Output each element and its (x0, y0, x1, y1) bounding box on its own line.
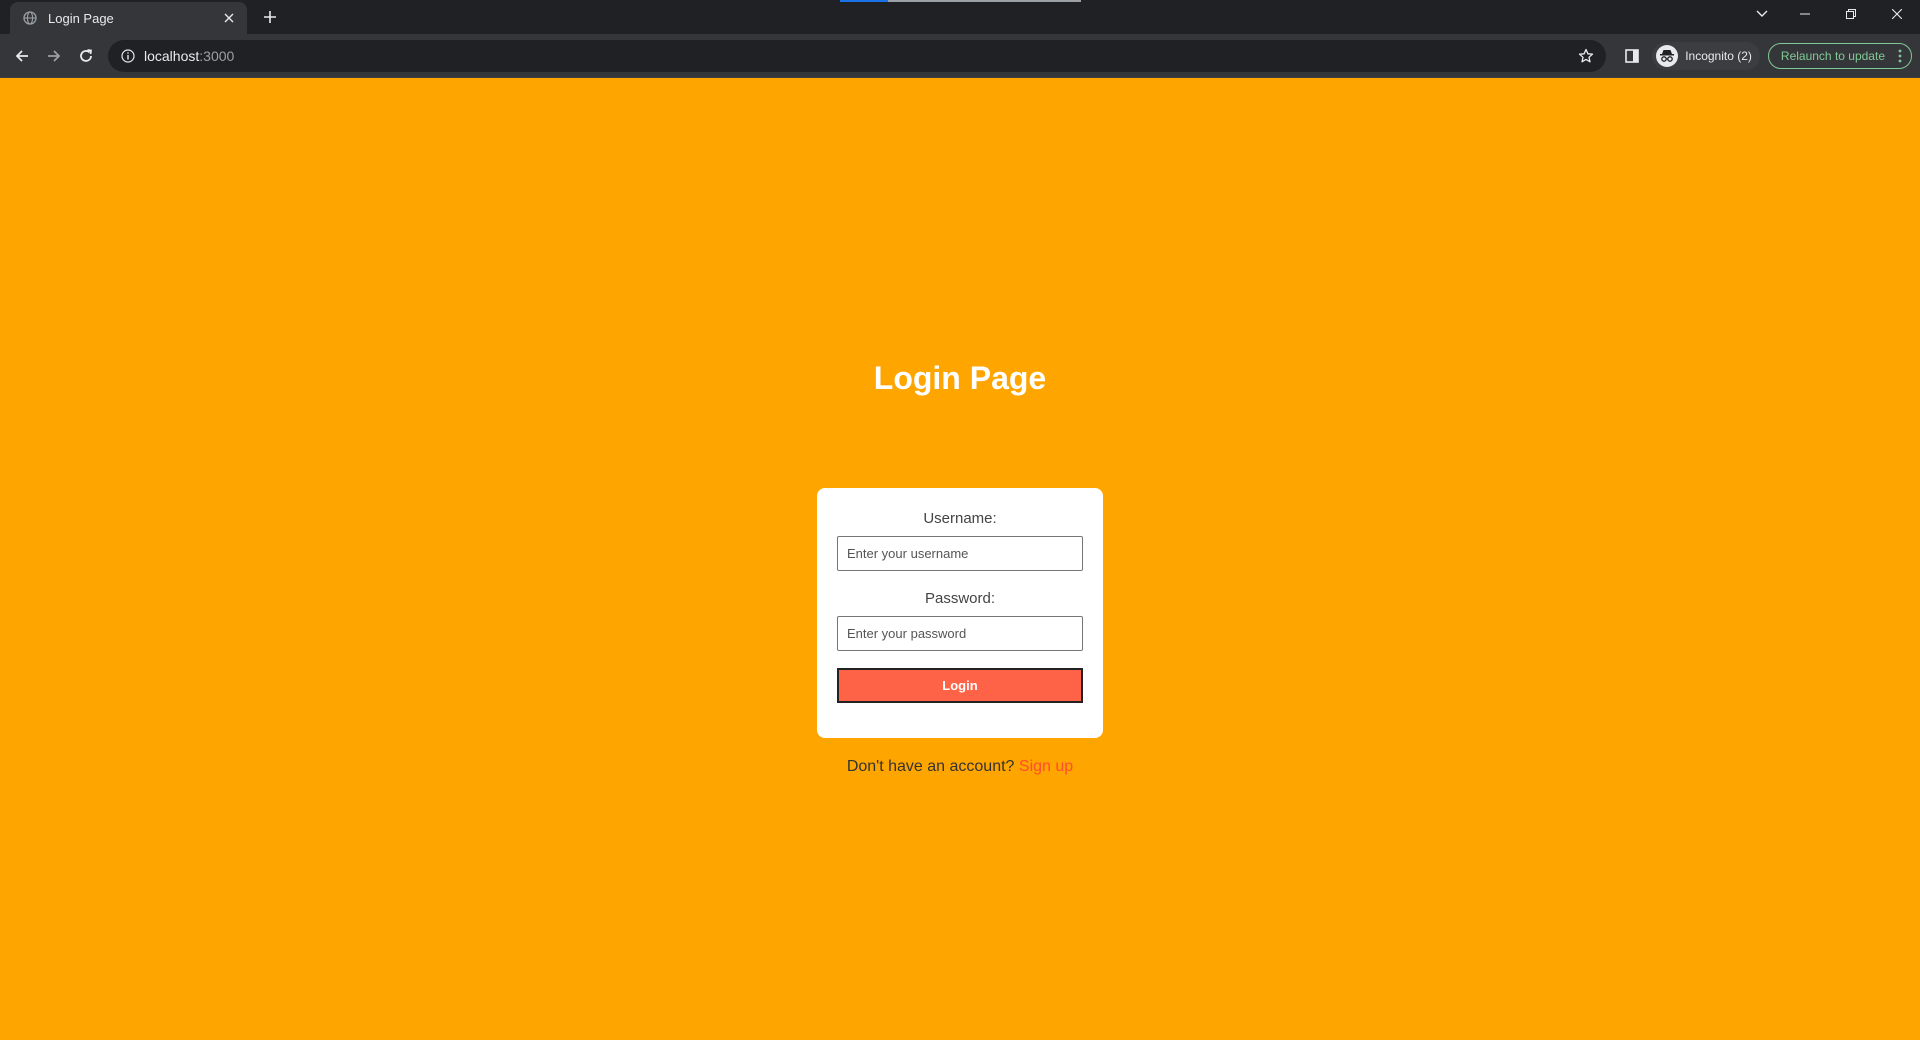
close-tab-icon[interactable] (220, 9, 238, 27)
browser-window: Login Page localhost:3000 Incognito (2) … (0, 0, 1920, 1040)
star-icon[interactable] (1574, 44, 1598, 68)
chevron-down-icon[interactable] (1748, 2, 1776, 26)
address-bar[interactable]: localhost:3000 (108, 39, 1607, 72)
incognito-label: Incognito (2) (1685, 48, 1752, 63)
close-window-icon[interactable] (1874, 0, 1920, 28)
browser-toolbar: localhost:3000 Incognito (2) Relaunch to… (0, 34, 1920, 77)
tab-login-page[interactable]: Login Page (10, 2, 247, 34)
relaunch-label: Relaunch to update (1780, 48, 1885, 63)
password-input[interactable] (837, 616, 1083, 651)
loading-indicator (840, 0, 1081, 2)
login-form: Username: Password: Login (817, 488, 1103, 738)
relaunch-to-update-button[interactable]: Relaunch to update (1767, 42, 1912, 69)
url-host: localhost (144, 47, 200, 64)
username-label: Username: (923, 510, 997, 527)
tab-strip: Login Page (0, 0, 1920, 34)
page-title: Login Page (873, 360, 1047, 396)
minimize-icon[interactable] (1782, 0, 1828, 28)
new-tab-icon[interactable] (258, 5, 282, 29)
signup-prompt: Don't have an account? Sign up (0, 758, 1920, 776)
signup-prompt-text: Don't have an account? (846, 758, 1015, 775)
password-label: Password: (924, 590, 996, 607)
more-menu-icon[interactable] (1895, 48, 1905, 64)
side-panel-icon[interactable] (1616, 40, 1648, 72)
info-icon[interactable] (120, 48, 136, 64)
url-text[interactable]: localhost:3000 (144, 48, 1574, 64)
username-input[interactable] (837, 536, 1083, 571)
tab-title: Login Page (48, 10, 114, 26)
page-viewport: Login Page Username: Password: Login Don… (0, 77, 1920, 1040)
login-button[interactable]: Login (837, 668, 1083, 703)
signup-link[interactable]: Sign up (1019, 758, 1073, 775)
reload-icon[interactable] (70, 40, 102, 72)
globe-icon (22, 10, 38, 26)
window-controls (1782, 0, 1920, 28)
back-arrow-icon[interactable] (6, 40, 38, 72)
forward-arrow-icon[interactable] (38, 40, 70, 72)
restore-icon[interactable] (1828, 0, 1874, 28)
incognito-icon (1656, 44, 1679, 67)
incognito-profile-button[interactable]: Incognito (2) (1652, 41, 1760, 70)
url-port: :3000 (199, 47, 235, 64)
